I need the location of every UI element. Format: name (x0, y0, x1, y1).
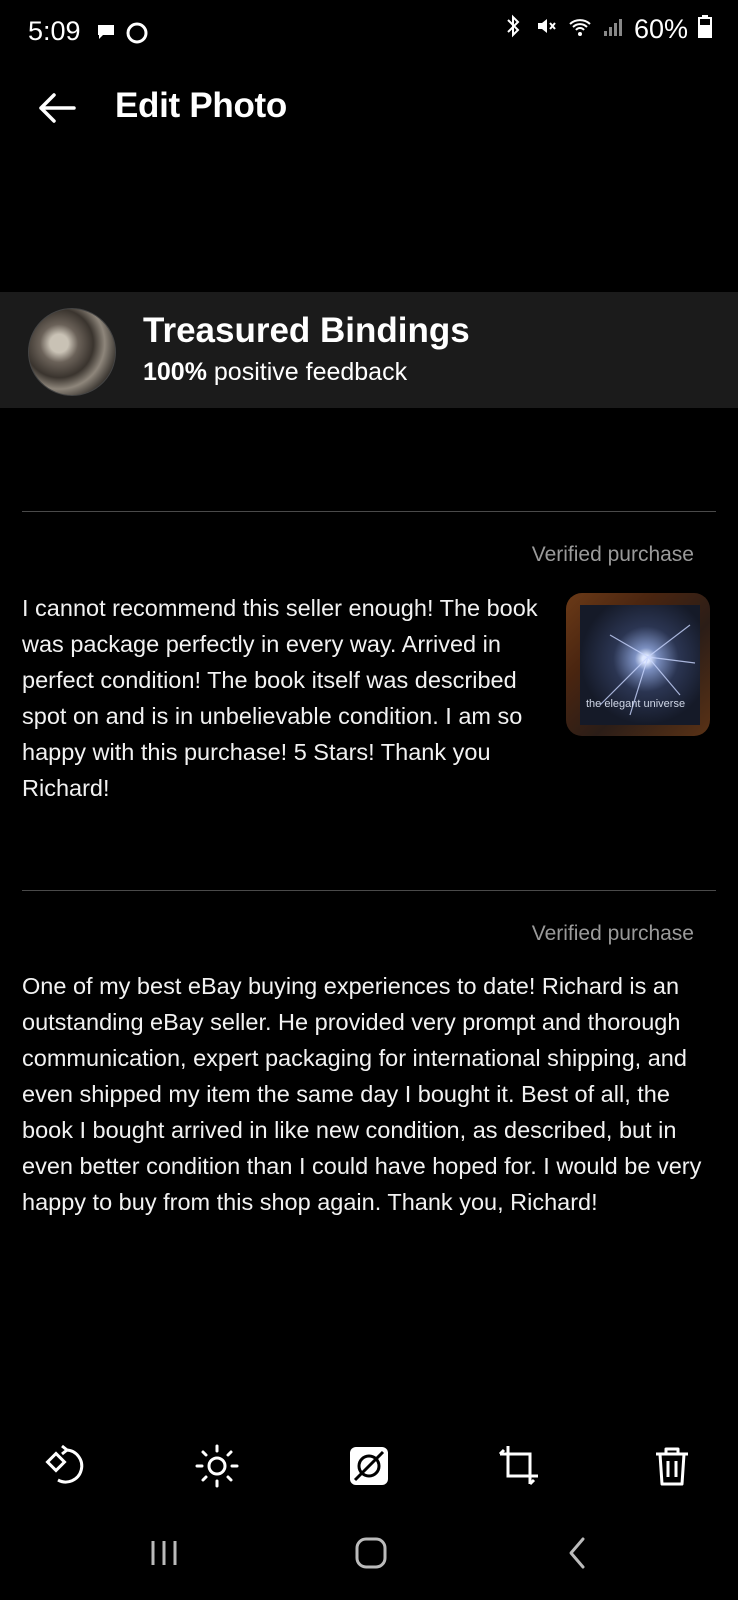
review-text: One of my best eBay buying experiences t… (22, 973, 702, 1215)
mute-icon (534, 14, 558, 45)
wifi-icon (568, 14, 592, 45)
back-icon (563, 1536, 593, 1575)
verified-badge: Verified purchase (531, 922, 694, 945)
feedback-suffix: positive feedback (213, 358, 408, 386)
seller-avatar[interactable] (28, 308, 116, 396)
brightness-button[interactable] (189, 1440, 245, 1496)
nav-back-button[interactable] (548, 1530, 608, 1580)
battery-text: 60% (633, 14, 688, 44)
feedback-percent: 100% (143, 358, 207, 386)
back-button[interactable] (34, 88, 78, 132)
delete-button[interactable] (644, 1440, 700, 1496)
book-cover-image: the elegant universe (580, 605, 700, 725)
seller-name[interactable]: Treasured Bindings (143, 311, 470, 351)
brightness-icon (193, 1442, 241, 1495)
back-arrow-icon (36, 92, 76, 129)
bluetooth-icon (502, 14, 524, 45)
divider (22, 511, 716, 512)
recents-button[interactable] (134, 1530, 194, 1580)
book-title-text: the elegant universe (586, 698, 685, 710)
review-photo[interactable]: the elegant universe (566, 593, 710, 736)
filter-button[interactable] (341, 1440, 397, 1496)
seller-feedback: 100% positive feedback (143, 358, 407, 387)
filter-off-icon (345, 1442, 393, 1495)
verified-badge: Verified purchase (531, 543, 694, 566)
page-title: Edit Photo (115, 86, 287, 125)
status-time: 5:09 (28, 16, 81, 46)
status-right-group: 60% (502, 14, 712, 45)
review-text: I cannot recommend this seller enough! T… (22, 595, 538, 801)
rotate-icon (42, 1442, 90, 1495)
signal-icon (602, 14, 624, 45)
chat-bubble-icon (94, 20, 118, 51)
home-button[interactable] (341, 1530, 401, 1580)
status-left-icons (94, 20, 150, 51)
crop-icon (496, 1442, 544, 1495)
recents-icon (147, 1538, 181, 1573)
crop-button[interactable] (492, 1440, 548, 1496)
rotate-button[interactable] (38, 1440, 94, 1496)
divider (22, 890, 716, 891)
circle-icon (124, 20, 150, 51)
battery-icon (698, 14, 712, 45)
trash-icon (648, 1442, 696, 1495)
home-icon (354, 1536, 388, 1575)
